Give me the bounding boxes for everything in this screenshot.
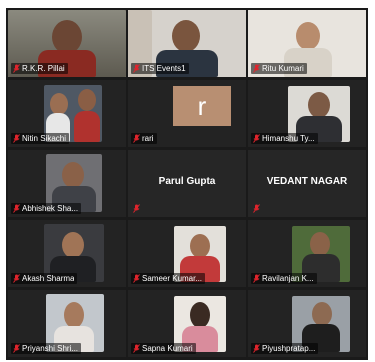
participant-nameplate: Ritu Kumari	[251, 63, 307, 74]
muted-mic-icon	[253, 344, 260, 353]
muted-mic-icon	[133, 204, 140, 213]
participant-nameplate: ITS Events1	[131, 63, 189, 74]
participant-name: ITS Events1	[142, 64, 186, 73]
participant-name: Ritu Kumari	[262, 64, 304, 73]
muted-mic-icon	[13, 274, 20, 283]
muted-mic-icon	[133, 344, 140, 353]
participant-nameplate	[251, 203, 263, 214]
participant-nameplate: Himanshu Ty...	[251, 133, 318, 144]
participant-name: Himanshu Ty...	[262, 134, 315, 143]
muted-mic-icon	[13, 134, 20, 143]
participant-tile[interactable]: Himanshu Ty...	[248, 80, 366, 147]
participant-nameplate: Akash Sharma	[11, 273, 78, 284]
participant-tile[interactable]: Priyanshi Shri...	[8, 290, 126, 357]
participant-name: Akash Sharma	[22, 274, 75, 283]
participant-tile[interactable]: Ravilanjan K...	[248, 220, 366, 287]
gallery-view-grid: R.K.R. Pillai ITS Events1 Ritu Kumari Ni…	[6, 8, 368, 360]
avatar: r	[173, 86, 231, 126]
participant-display-name: Parul Gupta	[158, 176, 216, 187]
participant-name: Ravilanjan K...	[262, 274, 314, 283]
participant-tile[interactable]: ITS Events1	[128, 10, 246, 77]
participant-nameplate: Abhishek Sha...	[11, 203, 82, 214]
participant-nameplate: Priyanshi Shri...	[11, 343, 82, 354]
participant-name: rari	[142, 134, 154, 143]
muted-mic-icon	[133, 64, 140, 73]
participant-tile[interactable]: r rari	[128, 80, 246, 147]
participant-nameplate: rari	[131, 133, 157, 144]
participant-nameplate: Sameer Kumar...	[131, 273, 206, 284]
participant-tile[interactable]: Piyushpratap...	[248, 290, 366, 357]
participant-nameplate: R.K.R. Pillai	[11, 63, 68, 74]
participant-name: Priyanshi Shri...	[22, 344, 79, 353]
participant-name: Nitin Sikachi	[22, 134, 67, 143]
participant-tile[interactable]: R.K.R. Pillai	[8, 10, 126, 77]
participant-nameplate: Ravilanjan K...	[251, 273, 317, 284]
participant-tile[interactable]: VEDANT NAGAR	[248, 150, 366, 217]
participant-tile[interactable]: Akash Sharma	[8, 220, 126, 287]
participant-tile[interactable]: Parul Gupta	[128, 150, 246, 217]
participant-nameplate: Sapna Kumari	[131, 343, 196, 354]
participant-tile[interactable]: Ritu Kumari	[248, 10, 366, 77]
muted-mic-icon	[253, 64, 260, 73]
participant-name: Sameer Kumar...	[142, 274, 203, 283]
muted-mic-icon	[133, 274, 140, 283]
participant-nameplate: Nitin Sikachi	[11, 133, 70, 144]
participant-tile[interactable]: Sapna Kumari	[128, 290, 246, 357]
muted-mic-icon	[13, 64, 20, 73]
muted-mic-icon	[253, 134, 260, 143]
participant-tile[interactable]: Abhishek Sha...	[8, 150, 126, 217]
participant-name: R.K.R. Pillai	[22, 64, 65, 73]
muted-mic-icon	[253, 204, 260, 213]
participant-tile[interactable]: Sameer Kumar...	[128, 220, 246, 287]
participant-display-name: VEDANT NAGAR	[266, 176, 348, 187]
muted-mic-icon	[13, 344, 20, 353]
muted-mic-icon	[253, 274, 260, 283]
participant-nameplate: Piyushpratap...	[251, 343, 319, 354]
participant-tile[interactable]: Nitin Sikachi	[8, 80, 126, 147]
participant-name: Piyushpratap...	[262, 344, 316, 353]
muted-mic-icon	[13, 204, 20, 213]
participant-nameplate	[131, 203, 143, 214]
participant-name: Abhishek Sha...	[22, 204, 79, 213]
muted-mic-icon	[133, 134, 140, 143]
participant-name: Sapna Kumari	[142, 344, 193, 353]
